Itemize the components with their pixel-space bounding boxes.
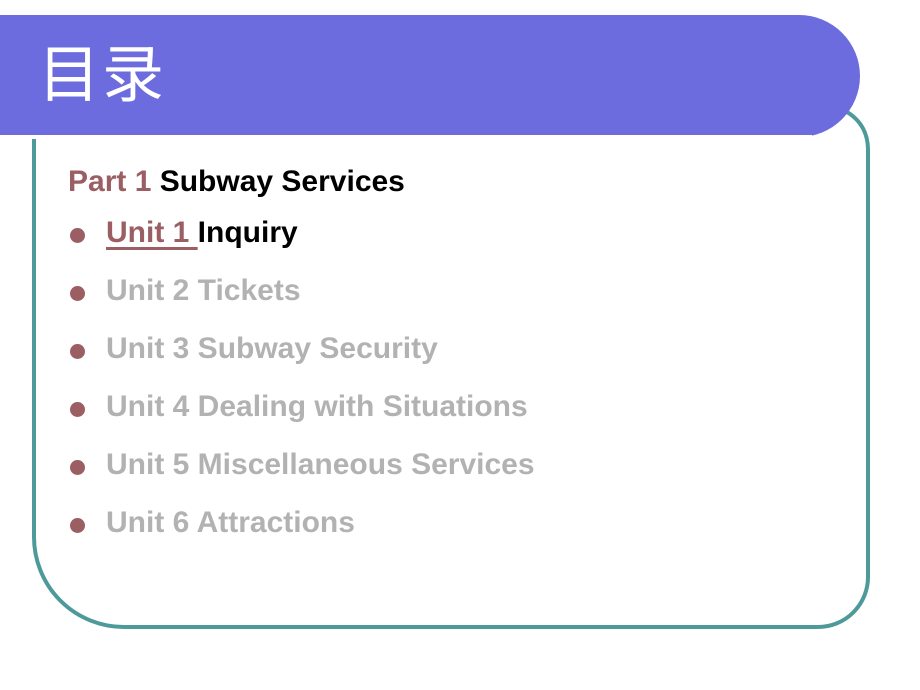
bullet-icon: [70, 344, 85, 359]
bullet-icon: [70, 286, 85, 301]
unit-name: Inquiry: [197, 216, 298, 249]
bullet-icon: [70, 402, 85, 417]
unit-list: Unit 1 Inquiry Unit 2 Tickets Unit 3 Sub…: [0, 204, 860, 552]
list-item[interactable]: Unit 1 Inquiry: [68, 204, 860, 262]
unit-label: Unit 1: [106, 216, 198, 249]
title-banner: 目录: [0, 15, 860, 139]
list-item[interactable]: Unit 2 Tickets: [68, 262, 860, 320]
unit-name: Subway Security: [189, 332, 438, 365]
part-heading: Part 1 Subway Services: [68, 160, 860, 204]
unit-label: Unit 6: [106, 506, 190, 539]
list-item[interactable]: Unit 3 Subway Security: [68, 320, 860, 378]
bullet-icon: [70, 460, 85, 475]
unit-label: Unit 4: [106, 390, 190, 423]
list-item[interactable]: Unit 6 Attractions: [68, 494, 860, 552]
unit-label: Unit 3: [106, 332, 190, 365]
title-divider-rule: [0, 135, 812, 139]
part-title: Subway Services: [151, 165, 405, 198]
unit-label: Unit 2: [106, 274, 190, 307]
bullet-icon: [70, 228, 85, 243]
page-title: 目录: [38, 38, 167, 111]
unit-name: Miscellaneous Services: [189, 448, 535, 481]
unit-name: Tickets: [189, 274, 301, 307]
slide-canvas: 目录 Part 1 Subway Services Unit 1 Inquiry…: [0, 0, 920, 690]
content-area: Part 1 Subway Services Unit 1 Inquiry Un…: [0, 160, 860, 552]
part-number: Part 1: [68, 165, 152, 198]
unit-name: Dealing with Situations: [189, 390, 528, 423]
bullet-icon: [70, 518, 85, 533]
list-item[interactable]: Unit 5 Miscellaneous Services: [68, 436, 860, 494]
unit-label: Unit 5: [106, 448, 190, 481]
unit-name: Attractions: [189, 506, 355, 539]
list-item[interactable]: Unit 4 Dealing with Situations: [68, 378, 860, 436]
